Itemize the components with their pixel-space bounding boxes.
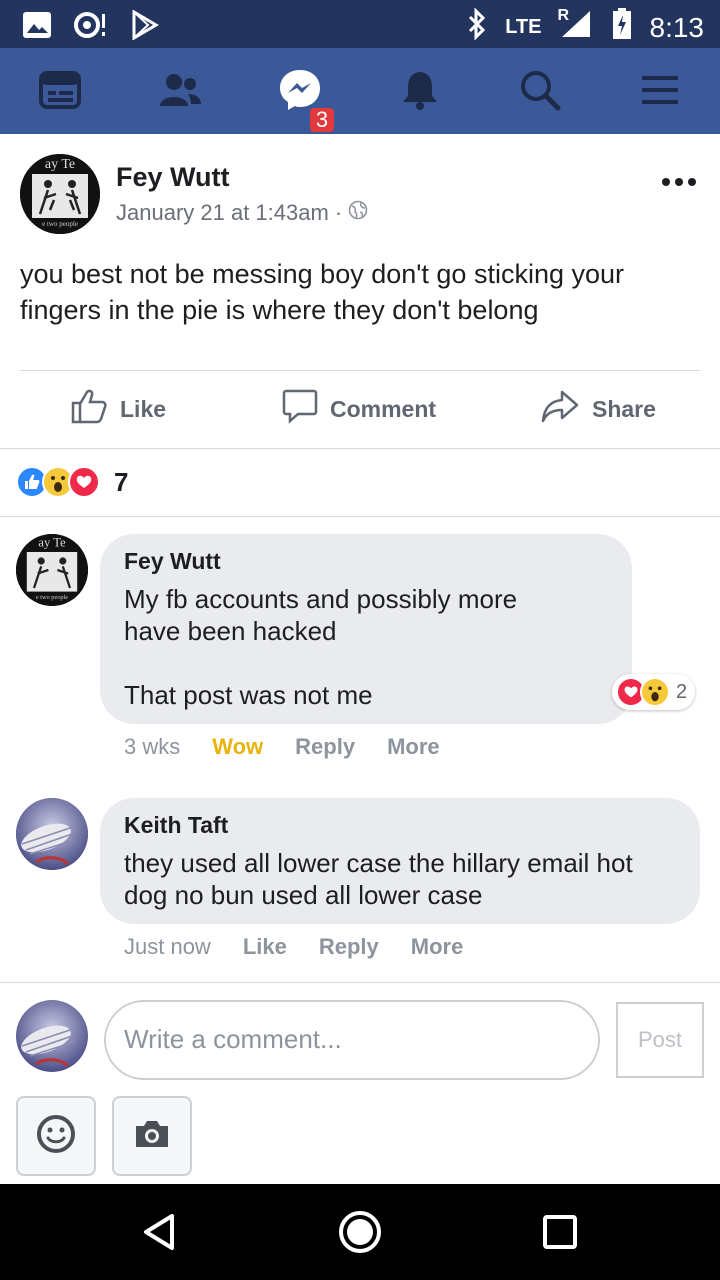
like-label: Like — [120, 395, 167, 422]
signal-icon: R — [557, 7, 594, 46]
post-author-avatar[interactable]: ay Te e two people — [20, 154, 100, 234]
comment-reply-button[interactable]: Reply — [319, 934, 379, 960]
system-navigation-bar — [0, 1184, 720, 1280]
roaming-indicator: R — [557, 7, 570, 24]
comment-reaction-button[interactable]: Wow — [212, 734, 263, 760]
image-icon — [22, 11, 52, 44]
post-divider — [20, 370, 700, 371]
top-nav-bar: 3 — [0, 48, 720, 134]
search-icon[interactable] — [518, 68, 562, 112]
comment-author[interactable]: Fey Wutt — [124, 548, 608, 575]
clock: 8:13 — [649, 11, 705, 43]
current-user-avatar — [16, 1000, 88, 1072]
comment-button[interactable]: Comment — [282, 388, 436, 430]
bluetooth-icon — [467, 7, 487, 47]
comment-more-button[interactable]: More — [387, 734, 440, 760]
comment-author[interactable]: Keith Taft — [124, 812, 676, 839]
comment-text: My fb accounts and possibly more have be… — [124, 584, 518, 710]
post-options-icon[interactable] — [662, 178, 696, 186]
share-button[interactable]: Share — [540, 388, 656, 430]
menu-icon[interactable] — [638, 68, 682, 112]
comment-avatar[interactable] — [16, 798, 88, 870]
messenger-badge: 3 — [308, 106, 336, 134]
news-feed-icon[interactable] — [38, 68, 82, 112]
svg-text:e two people: e two people — [36, 594, 68, 601]
comment-like-button[interactable]: Like — [243, 934, 287, 960]
share-label: Share — [592, 395, 656, 422]
svg-text:ay Te: ay Te — [45, 157, 75, 172]
comment-input[interactable]: Write a comment... — [104, 1000, 600, 1080]
comment-label: Comment — [330, 395, 437, 422]
post-meta: January 21 at 1:43am · — [116, 200, 368, 226]
comment-time: Just now — [124, 934, 211, 959]
camera-icon — [133, 1118, 171, 1155]
post-timestamp[interactable]: January 21 at 1:43am — [116, 200, 329, 226]
actions-divider — [0, 448, 720, 449]
post-author-name[interactable]: Fey Wutt — [116, 162, 230, 193]
reactions-summary[interactable]: 7 — [16, 466, 128, 498]
love-reaction-icon — [68, 466, 100, 498]
post-text: you best not be messing boy don't go sti… — [20, 259, 625, 325]
sticker-button[interactable] — [16, 1096, 96, 1176]
comment-text: they used all lower case the hillary ema… — [124, 848, 633, 910]
comment-bubble[interactable]: Fey Wutt My fb accounts and possibly mor… — [100, 534, 632, 724]
comment-more-button[interactable]: More — [411, 934, 464, 960]
comment-time: 3 wks — [124, 734, 181, 759]
wow-reaction-icon — [640, 677, 670, 707]
comments-divider — [0, 982, 720, 983]
status-bar: LTE R 8:13 — [0, 0, 720, 48]
friends-icon[interactable] — [158, 68, 202, 112]
comment-reaction-count: 2 — [676, 680, 688, 703]
svg-text:e two people: e two people — [42, 220, 78, 228]
back-icon[interactable] — [136, 1208, 184, 1256]
play-store-icon — [130, 9, 160, 45]
meta-separator: · — [334, 200, 343, 225]
smiley-icon — [36, 1114, 76, 1159]
record-icon — [74, 10, 108, 45]
comment-bubble-icon — [282, 388, 318, 430]
reaction-count: 7 — [114, 466, 129, 497]
post-comment-button[interactable]: Post — [616, 1002, 704, 1078]
share-arrow-icon — [540, 388, 580, 430]
comment-reply-button[interactable]: Reply — [295, 734, 355, 760]
comment-actions: Just now Like Reply More — [124, 934, 463, 960]
svg-text:ay Te: ay Te — [38, 536, 66, 550]
battery-charging-icon — [612, 8, 632, 47]
home-icon[interactable] — [336, 1208, 384, 1256]
thumbs-up-icon — [70, 388, 108, 430]
comment-reactions[interactable]: 2 — [612, 674, 696, 710]
notifications-icon[interactable] — [398, 68, 442, 112]
like-button[interactable]: Like — [70, 388, 166, 430]
recents-icon[interactable] — [536, 1208, 584, 1256]
comment-bubble[interactable]: Keith Taft they used all lower case the … — [100, 798, 700, 924]
reactions-divider — [0, 516, 720, 517]
comment-avatar[interactable]: ay Te e two people — [16, 534, 88, 606]
network-type: LTE — [505, 16, 542, 38]
globe-icon — [348, 200, 368, 226]
comment-actions: 3 wks Wow Reply More — [124, 734, 440, 760]
photo-button[interactable] — [112, 1096, 192, 1176]
